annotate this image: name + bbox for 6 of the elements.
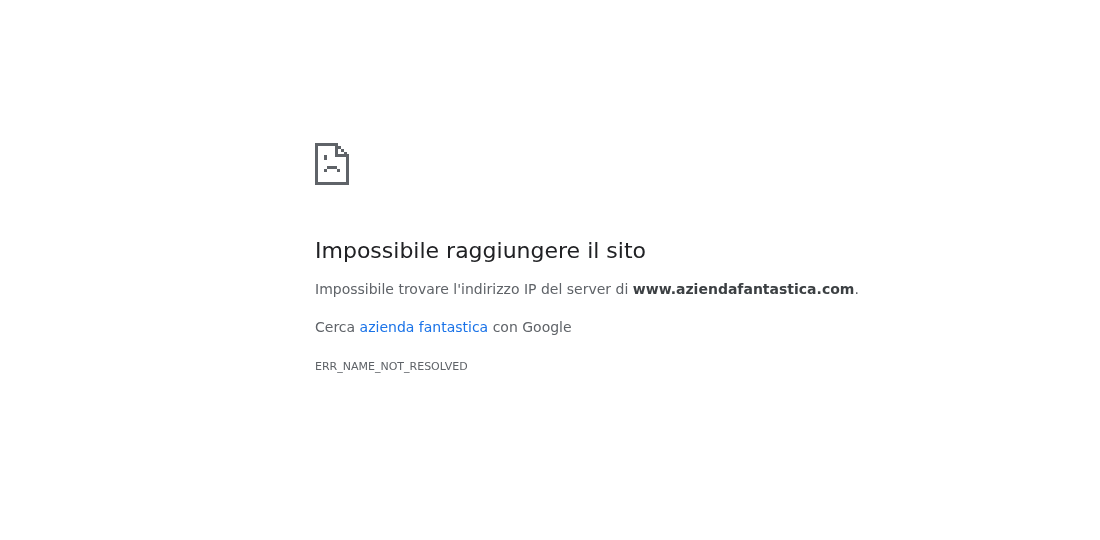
search-suggestion: Cerca azienda fantastica con Google	[315, 318, 573, 337]
error-code: ERR_NAME_NOT_RESOLVED	[315, 359, 469, 373]
page-heading: Impossibile raggiungere il sito	[315, 238, 648, 265]
sad-page-icon	[315, 143, 349, 185]
error-message: Impossibile trovare l'indirizzo IP del server di www.aziendafantastica.com.	[315, 280, 860, 300]
search-link[interactable]: azienda fantastica	[359, 319, 489, 335]
